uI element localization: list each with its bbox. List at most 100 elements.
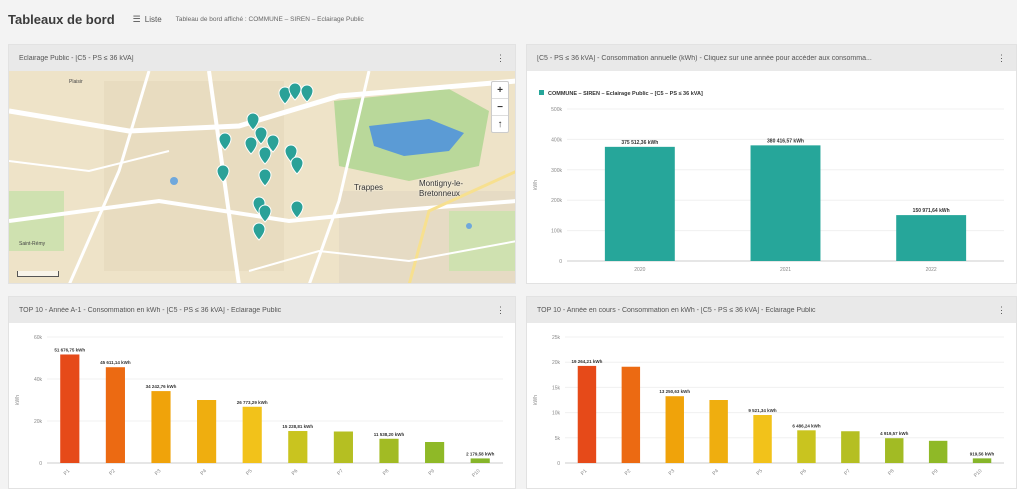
map-view[interactable]: Trappes Montigny-le-Bretonneux Saint-Rém… [9,71,515,283]
y-tick-label: 0 [557,461,560,467]
y-tick-label: 100k [551,229,562,235]
x-tick-label: P4 [199,468,208,477]
data-label: 45 611,14 kWh [100,360,131,365]
bar [333,431,353,463]
y-tick-label: 200k [551,198,562,204]
bar [753,415,772,463]
data-label: 4 919,57 kWh [880,431,909,436]
y-tick-label: 40k [34,377,43,383]
zoom-out-button[interactable]: − [492,99,508,116]
bar [105,367,125,463]
x-tick-label: P8 [382,468,391,477]
x-tick-label: P3 [668,468,677,477]
x-tick-label: P1 [580,468,589,477]
y-tick-label: 0 [39,461,42,467]
bar [621,366,641,463]
cur-card-menu-icon[interactable]: ⋮ [997,305,1006,316]
bar [972,458,992,463]
x-tick-label: P6 [291,468,300,477]
x-tick-label: P5 [245,468,254,477]
bar [797,430,816,463]
prev-card-title: TOP 10 - Année A-1 - Consommation en kWh… [19,306,282,314]
x-tick-label: P3 [154,468,163,477]
data-label: 919,56 kWh [970,451,995,456]
data-label: 150 971,64 kWh [913,208,950,214]
list-button[interactable]: ☰ Liste [133,14,162,25]
annual-card-menu-icon[interactable]: ⋮ [997,53,1006,64]
y-tick-label: 500k [551,107,562,113]
breadcrumb: Tableau de bord affiché : COMMUNE – SIRE… [175,15,364,23]
bar [928,440,948,463]
y-tick-label: 5k [555,436,561,442]
prev-card-header: TOP 10 - Année A-1 - Consommation en kWh… [9,297,515,323]
y-tick-label: 400k [551,137,562,143]
x-tick-label: P7 [336,468,345,477]
bar [197,400,217,463]
data-label: 2 179,58 kWh [466,451,495,456]
bar [242,406,262,463]
map-zoom-control[interactable]: + − ↑ [491,81,509,133]
x-tick-label: P10 [471,468,482,479]
annual-card-header: [C5 - PS ≤ 36 kVA] - Consommation annuel… [527,45,1016,71]
annual-card-title: [C5 - PS ≤ 36 kVA] - Consommation annuel… [537,54,872,62]
bar [379,438,399,463]
list-icon: ☰ [132,13,141,24]
data-label: 19 264,21 kWh [572,359,603,364]
x-tick-label: P5 [755,468,764,477]
map-scale-bar [17,271,59,277]
top10-previous-year-chart: 0 20k 40k 60k kWh 51 676,75 kWh P1 45 611,14 kW… [15,335,503,479]
y-tick-label: 300k [551,168,562,174]
list-button-label: Liste [144,14,162,24]
data-label: 6 486,24 kWh [792,423,821,428]
y-tick-label: 20k [34,419,43,425]
map-card-header: Eclairage Public - [C5 - PS ≤ 36 kVA] ⋮ [9,45,515,71]
bar [60,354,80,463]
bar [470,458,490,463]
prev-card-menu-icon[interactable]: ⋮ [496,305,505,316]
x-tick-label: P2 [624,468,633,477]
data-label: 380 416,57 kWh [767,138,804,144]
y-tick-label: 0 [559,259,562,265]
x-tick-label: 2022 [926,267,937,273]
bar [288,431,308,463]
bar [577,365,597,463]
bar [896,215,967,261]
y-tick-label: 10k [552,411,561,417]
top10-current-year-chart: 0 5k 10k 15k 20k 25k kWh 19 264,21 kWh P1 P2 13 25… [533,335,1004,479]
x-tick-label: P9 [427,468,436,477]
x-tick-label: P7 [843,468,852,477]
y-tick-label: 15k [552,385,561,391]
data-label: 26 773,29 kWh [237,400,268,405]
annual-chart: COMMUNE – SIREN – Eclairage Public – [C5… [533,90,1004,273]
top-bar: Tableaux de bord ☰ Liste Tableau de bord… [0,0,1017,38]
legend-swatch [539,90,544,95]
zoom-in-button[interactable]: + [492,82,508,99]
x-tick-label: P4 [711,468,720,477]
map-card-title: Eclairage Public - [C5 - PS ≤ 36 kVA] [19,54,134,62]
data-label: 15 228,81 kWh [282,424,313,429]
map-basemap [9,71,515,283]
x-tick-label: P1 [63,468,72,477]
bar [750,145,821,261]
data-label: 11 538,20 kWh [374,432,405,437]
y-axis-label: kWh [15,395,21,405]
x-tick-label: 2020 [634,267,645,273]
x-tick-label: 2021 [780,267,791,273]
data-label: 375 512,36 kWh [621,140,658,146]
legend-label: COMMUNE – SIREN – Eclairage Public – [C5… [548,91,703,97]
cur-card-title: TOP 10 - Année en cours - Consommation e… [537,306,816,314]
top10-previous-year-card: TOP 10 - Année A-1 - Consommation en kWh… [8,296,516,489]
y-axis-label: kWh [533,180,539,190]
data-label: 13 250,63 kWh [659,389,690,394]
annual-consumption-card: [C5 - PS ≤ 36 kVA] - Consommation annuel… [526,44,1017,284]
y-tick-label: 60k [34,335,43,341]
bar [425,442,445,463]
y-tick-label: 25k [552,335,561,341]
y-tick-label: 20k [552,360,561,366]
data-label: 34 242,76 kWh [146,384,177,389]
data-label: 9 521,34 kWh [748,408,777,413]
bar [885,438,904,463]
map-card-menu-icon[interactable]: ⋮ [496,53,505,64]
reset-north-button[interactable]: ↑ [492,116,508,132]
top10-current-year-card: TOP 10 - Année en cours - Consommation e… [526,296,1017,489]
